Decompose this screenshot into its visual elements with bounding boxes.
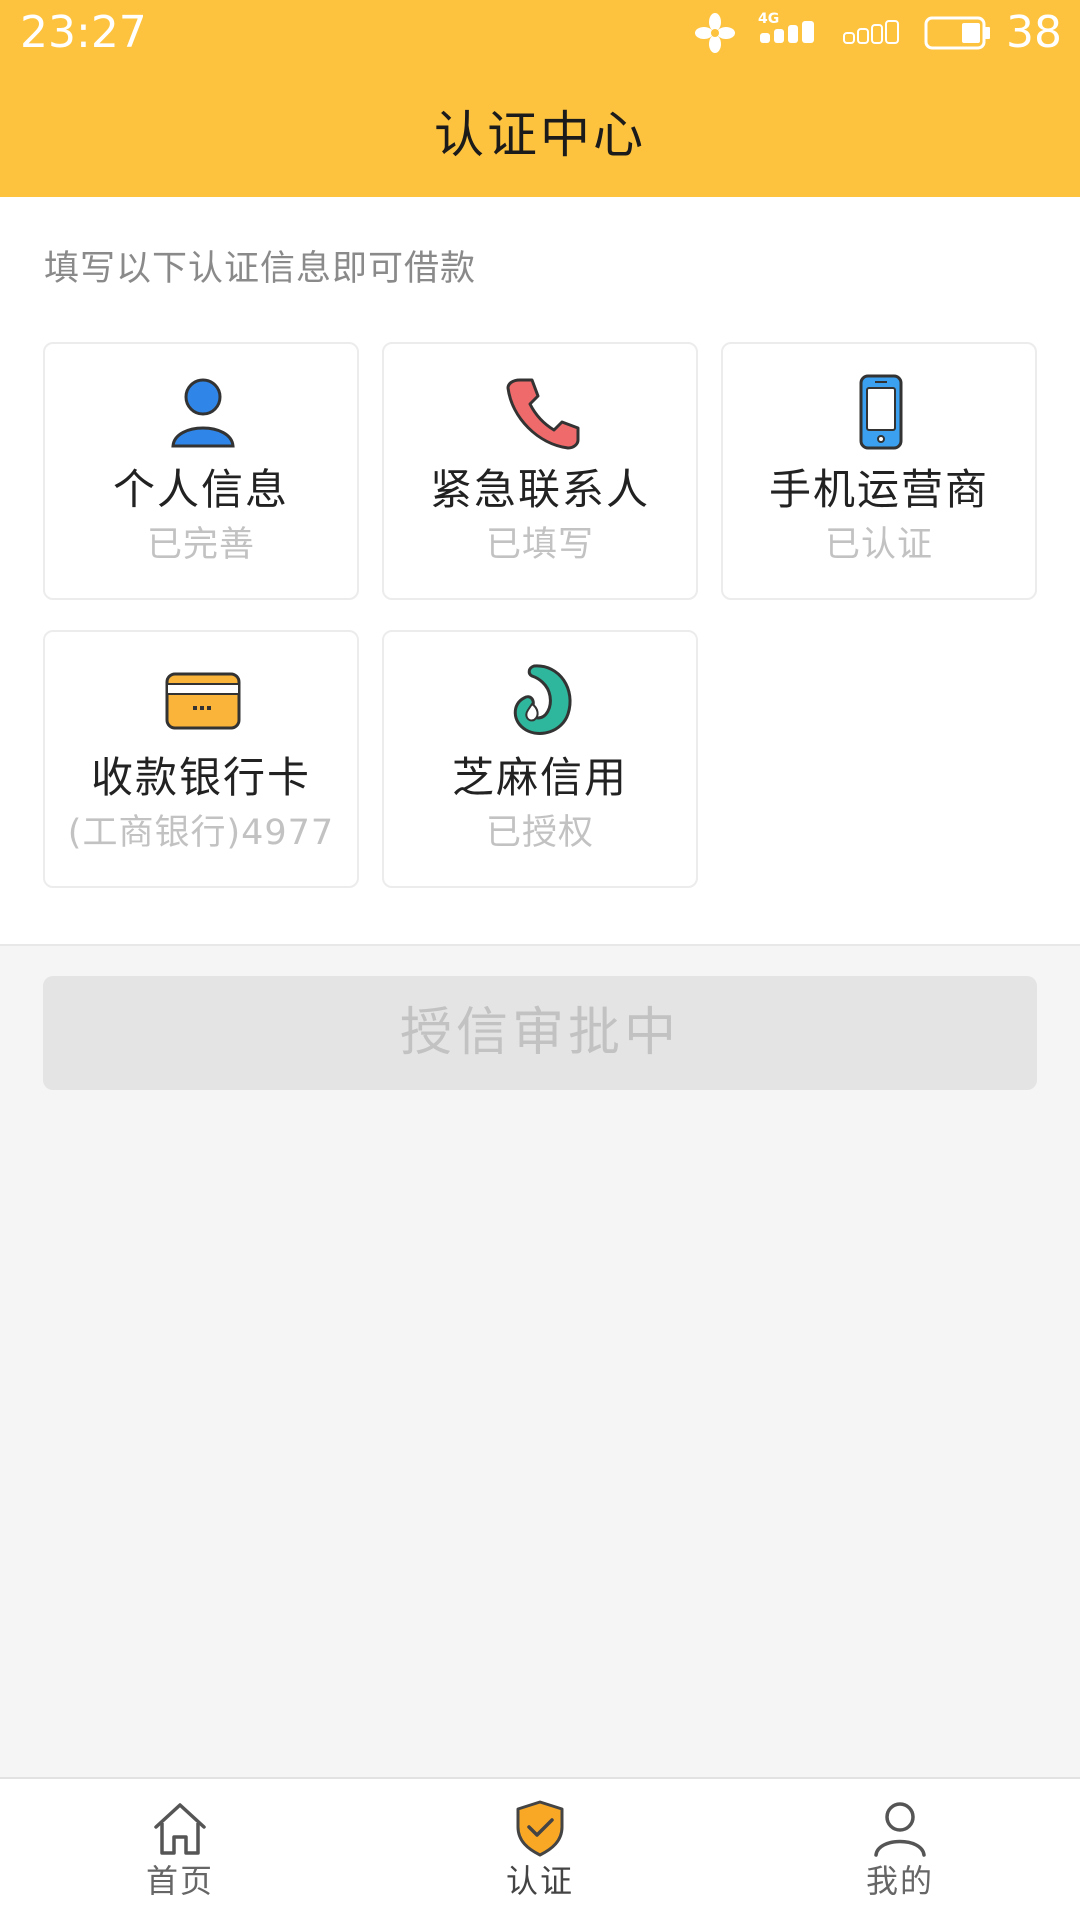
user-icon (874, 1802, 926, 1857)
phone-icon (506, 378, 580, 450)
intro-text: 填写以下认证信息即可借款 (44, 249, 477, 289)
credit-approval-button[interactable]: 授信审批中 (43, 976, 1037, 1090)
sesame-credit-icon (513, 664, 572, 735)
battery-icon (924, 16, 990, 50)
nav-profile[interactable]: 我的 (720, 1779, 1080, 1920)
card-title: 收款银行卡 (90, 753, 311, 802)
card-sesame-credit[interactable]: 芝麻信用 已授权 (382, 630, 698, 888)
card-bank-card[interactable]: 收款银行卡 (工商银行)4977 (43, 630, 359, 888)
nav-verification[interactable]: 认证 (360, 1779, 720, 1920)
shield-check-icon (516, 1800, 564, 1857)
card-title: 芝麻信用 (451, 753, 628, 802)
battery-level: 38 (1006, 7, 1062, 58)
app-screen: 23:27 4G 38 认证中心 填写以下认证信息即可借款 个人信息 已完善 紧… (0, 0, 1080, 1920)
card-status: 已授权 (485, 813, 594, 853)
card-status: 已完善 (146, 525, 255, 565)
card-title: 紧急联系人 (429, 465, 650, 514)
person-icon (171, 378, 235, 448)
card-mobile-operator[interactable]: 手机运营商 已认证 (721, 342, 1037, 600)
card-title: 手机运营商 (768, 465, 989, 514)
nav-home[interactable]: 首页 (0, 1779, 360, 1920)
bottom-nav: 首页 认证 我的 (0, 1777, 1080, 1920)
status-time: 23:27 (20, 7, 147, 58)
card-status: 已填写 (485, 525, 594, 565)
card-status: (工商银行)4977 (67, 813, 335, 853)
status-bar: 23:27 4G 38 (0, 0, 1080, 66)
nav-label: 首页 (145, 1862, 214, 1900)
signal-empty-icon (843, 20, 899, 44)
card-personal-info[interactable]: 个人信息 已完善 (43, 342, 359, 600)
nav-label: 我的 (865, 1862, 934, 1900)
card-status: 已认证 (824, 525, 933, 565)
card-title: 个人信息 (112, 465, 289, 514)
page-title: 认证中心 (434, 106, 646, 164)
header: 23:27 4G 38 认证中心 (0, 0, 1080, 197)
carrier-logo-icon (695, 13, 735, 53)
verification-panel: 填写以下认证信息即可借款 个人信息 已完善 紧急联系人 已填写 手机运营商 已认… (0, 197, 1080, 946)
nav-label: 认证 (505, 1862, 574, 1900)
status-icons: 4G 38 (672, 8, 1062, 58)
card-emergency-contact[interactable]: 紧急联系人 已填写 (382, 342, 698, 600)
signal-4g-icon: 4G (758, 11, 822, 53)
bank-card-icon (165, 672, 241, 730)
home-icon (154, 1803, 206, 1855)
mobile-icon (859, 374, 903, 450)
